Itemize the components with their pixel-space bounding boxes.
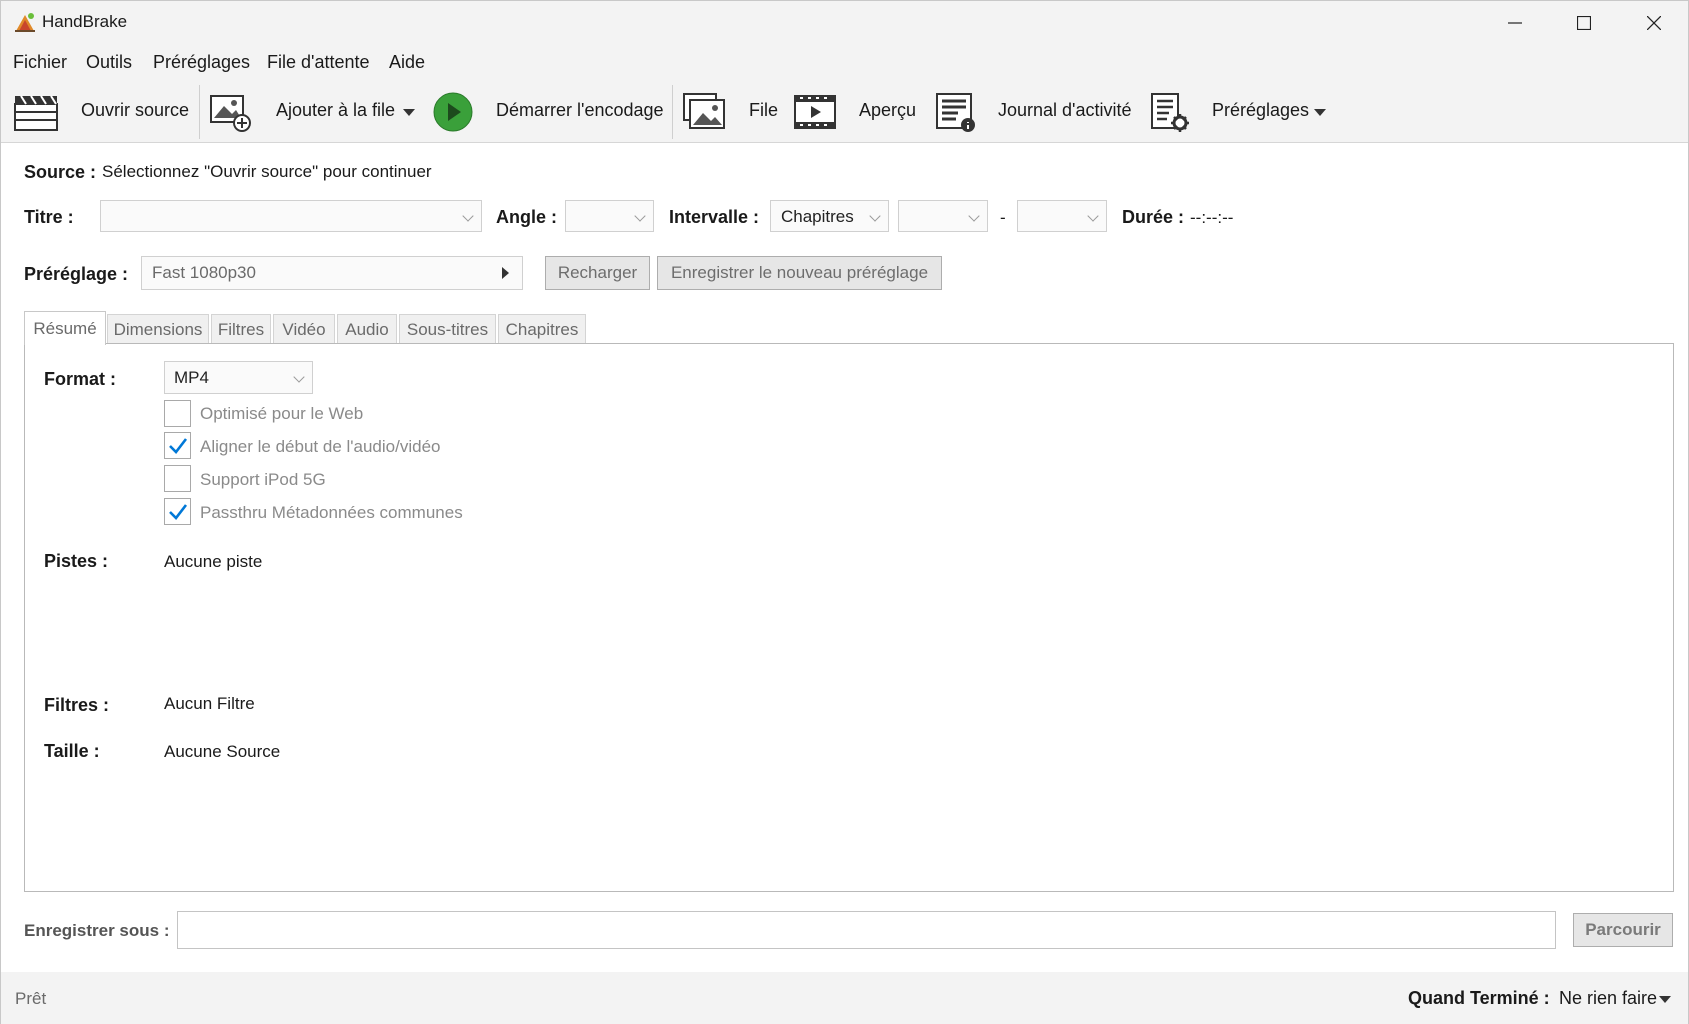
angle-select[interactable] (565, 200, 654, 232)
add-image-icon (210, 95, 251, 132)
tracks-label: Pistes : (44, 551, 109, 571)
chevron-down-icon (462, 210, 474, 222)
add-to-queue-label: Ajouter à la file (276, 100, 396, 120)
format-select[interactable]: MP4 (164, 361, 313, 394)
preview-label: Aperçu (859, 100, 917, 120)
chevron-down-icon (968, 210, 980, 222)
reload-button[interactable]: Recharger (545, 256, 650, 290)
save-new-preset-button[interactable]: Enregistrer le nouveau préréglage (657, 256, 942, 290)
filters-label: Filtres : (44, 695, 110, 715)
source-value: Sélectionnez "Ouvrir source" pour contin… (102, 162, 432, 181)
presets-settings-icon (1151, 93, 1189, 132)
when-done-dropdown[interactable]: Ne rien faire (1559, 986, 1674, 1012)
range-separator: - (1000, 208, 1006, 227)
tab-dimensions[interactable]: Dimensions (107, 314, 209, 344)
add-to-queue-dropdown-caret[interactable] (403, 109, 415, 116)
handbrake-window: HandBrake Fichier Outils Préréglages Fil… (0, 0, 1689, 1024)
ipod-support-checkbox[interactable] (164, 465, 191, 492)
menu-file-attente[interactable]: File d'attente (267, 52, 370, 73)
preset-label: Préréglage : (24, 264, 129, 284)
queue-images-icon (683, 93, 725, 129)
status-bar: Prêt Quand Terminé : Ne rien faire (1, 972, 1688, 1024)
minimize-button[interactable] (1480, 1, 1550, 45)
save-as-label: Enregistrer sous : (24, 921, 170, 940)
clapperboard-icon (14, 95, 58, 131)
presets-dropdown-caret[interactable] (1314, 109, 1326, 116)
format-select-value: MP4 (174, 368, 209, 387)
ipod-support-label: Support iPod 5G (200, 470, 326, 489)
duration-value: --:--:-- (1190, 208, 1234, 227)
when-done-value: Ne rien faire (1559, 988, 1658, 1008)
close-button[interactable] (1619, 1, 1689, 45)
angle-label: Angle : (496, 207, 557, 227)
when-done-label: Quand Terminé : (1408, 988, 1550, 1008)
size-value: Aucune Source (164, 742, 281, 761)
menu-fichier[interactable]: Fichier (13, 52, 67, 73)
start-encode-label: Démarrer l'encodage (496, 100, 664, 120)
range-mode-select[interactable]: Chapitres (770, 200, 889, 232)
web-optimized-label: Optimisé pour le Web (200, 404, 364, 423)
metadata-passthru-label: Passthru Métadonnées communes (200, 503, 463, 522)
preset-select[interactable]: Fast 1080p30 (141, 256, 523, 290)
chevron-down-icon (1087, 210, 1099, 222)
web-optimized-checkbox[interactable] (164, 400, 191, 427)
filters-value: Aucun Filtre (164, 694, 255, 713)
preview-film-icon (794, 95, 836, 129)
menu-outils[interactable]: Outils (86, 52, 132, 73)
tab-filtres[interactable]: Filtres (211, 314, 271, 344)
queue-label: File (749, 100, 779, 120)
tab-audio[interactable]: Audio (337, 314, 397, 344)
align-av-checkbox[interactable] (164, 432, 191, 459)
activity-log-icon (936, 93, 975, 132)
size-label: Taille : (44, 741, 100, 761)
preset-select-value: Fast 1080p30 (152, 263, 256, 282)
metadata-passthru-checkbox[interactable] (164, 498, 191, 525)
browse-button[interactable]: Parcourir (1573, 913, 1673, 947)
range-label: Intervalle : (669, 207, 760, 227)
duration-label: Durée : (1122, 207, 1185, 227)
presets-toolbar-label: Préréglages (1212, 100, 1310, 120)
title-label: Titre : (24, 207, 74, 227)
align-av-label: Aligner le début de l'audio/vidéo (200, 437, 441, 456)
menu-aide[interactable]: Aide (389, 52, 425, 73)
chevron-down-icon (293, 371, 305, 383)
tab-video[interactable]: Vidéo (273, 314, 335, 344)
range-mode-value: Chapitres (781, 207, 854, 226)
save-as-path-input[interactable] (177, 911, 1556, 949)
minimize-icon (1508, 22, 1522, 24)
range-end-select[interactable] (1017, 200, 1107, 232)
close-icon (1647, 16, 1661, 30)
tab-resume[interactable]: Résumé (24, 311, 106, 345)
title-select[interactable] (100, 200, 482, 232)
play-icon (433, 92, 473, 132)
status-text: Prêt (15, 989, 47, 1008)
tab-chapitres[interactable]: Chapitres (498, 314, 586, 344)
caret-down-icon (1659, 996, 1671, 1003)
chevron-down-icon (869, 210, 881, 222)
summary-panel (24, 343, 1674, 892)
activity-log-label: Journal d'activité (998, 100, 1132, 120)
handbrake-logo-icon (15, 13, 35, 32)
checkmark-icon (169, 504, 188, 520)
open-source-label: Ouvrir source (81, 100, 190, 120)
toolbar-separator (672, 85, 673, 139)
tracks-value: Aucune piste (164, 552, 263, 571)
format-label: Format : (44, 369, 116, 389)
checkmark-icon (169, 438, 188, 454)
window-title: HandBrake (42, 12, 128, 31)
source-label: Source : (24, 162, 97, 182)
toolbar-separator (199, 85, 200, 139)
chevron-right-icon (502, 267, 509, 279)
menu-prereglages[interactable]: Préréglages (153, 52, 250, 73)
maximize-icon (1577, 16, 1591, 30)
title-bar: HandBrake (1, 1, 1688, 45)
toolbar: Ouvrir source Ajouter à la file Démarrer… (1, 81, 1688, 143)
menu-bar: Fichier Outils Préréglages File d'attent… (1, 45, 1688, 81)
chevron-down-icon (634, 210, 646, 222)
range-start-select[interactable] (898, 200, 988, 232)
maximize-button[interactable] (1549, 1, 1619, 45)
tab-sous-titres[interactable]: Sous-titres (399, 314, 496, 344)
